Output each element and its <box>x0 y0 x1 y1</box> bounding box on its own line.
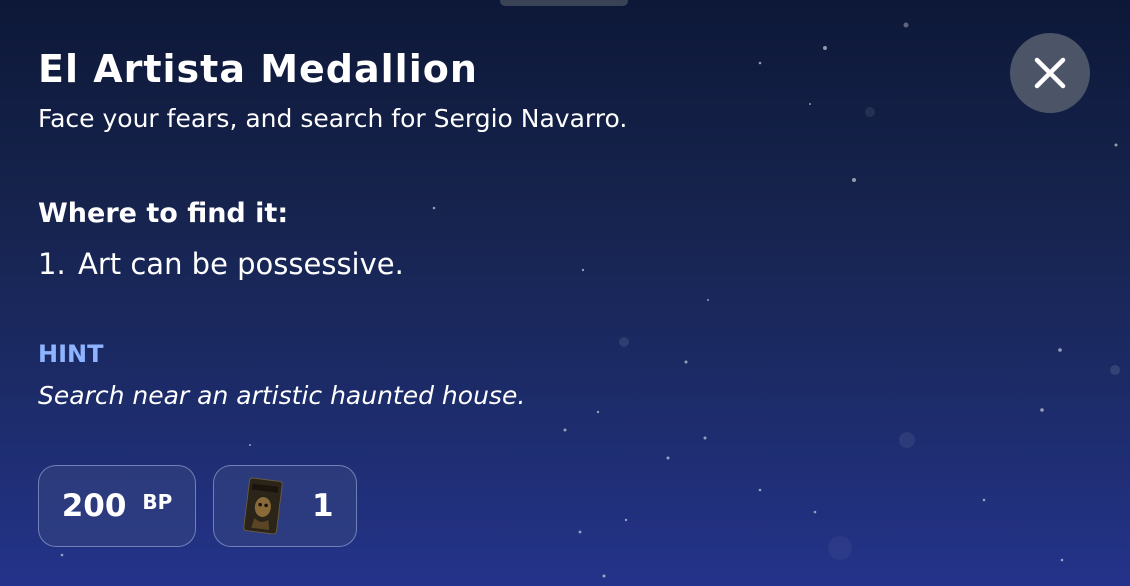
where-to-find-heading: Where to find it: <box>38 198 289 229</box>
hint-label: HINT <box>38 340 104 368</box>
close-button[interactable] <box>1010 33 1090 113</box>
card-reward-chip[interactable]: 1 <box>213 465 357 547</box>
page-title: El Artista Medallion <box>38 47 478 91</box>
bp-reward-chip[interactable]: 200 BP <box>38 465 196 547</box>
hint-text: Search near an artistic haunted house. <box>38 381 526 410</box>
haunted-card-icon <box>243 477 283 535</box>
card-count: 1 <box>312 488 334 524</box>
location-list-item: 1. Art can be possessive. <box>38 245 404 283</box>
bp-value: 200 <box>61 488 127 524</box>
list-item-text: Art can be possessive. <box>78 247 404 281</box>
page-subtitle: Face your fears, and search for Sergio N… <box>38 104 628 133</box>
close-icon <box>1034 57 1066 89</box>
bp-unit: BP <box>142 490 173 514</box>
list-item-number: 1. <box>38 247 66 281</box>
